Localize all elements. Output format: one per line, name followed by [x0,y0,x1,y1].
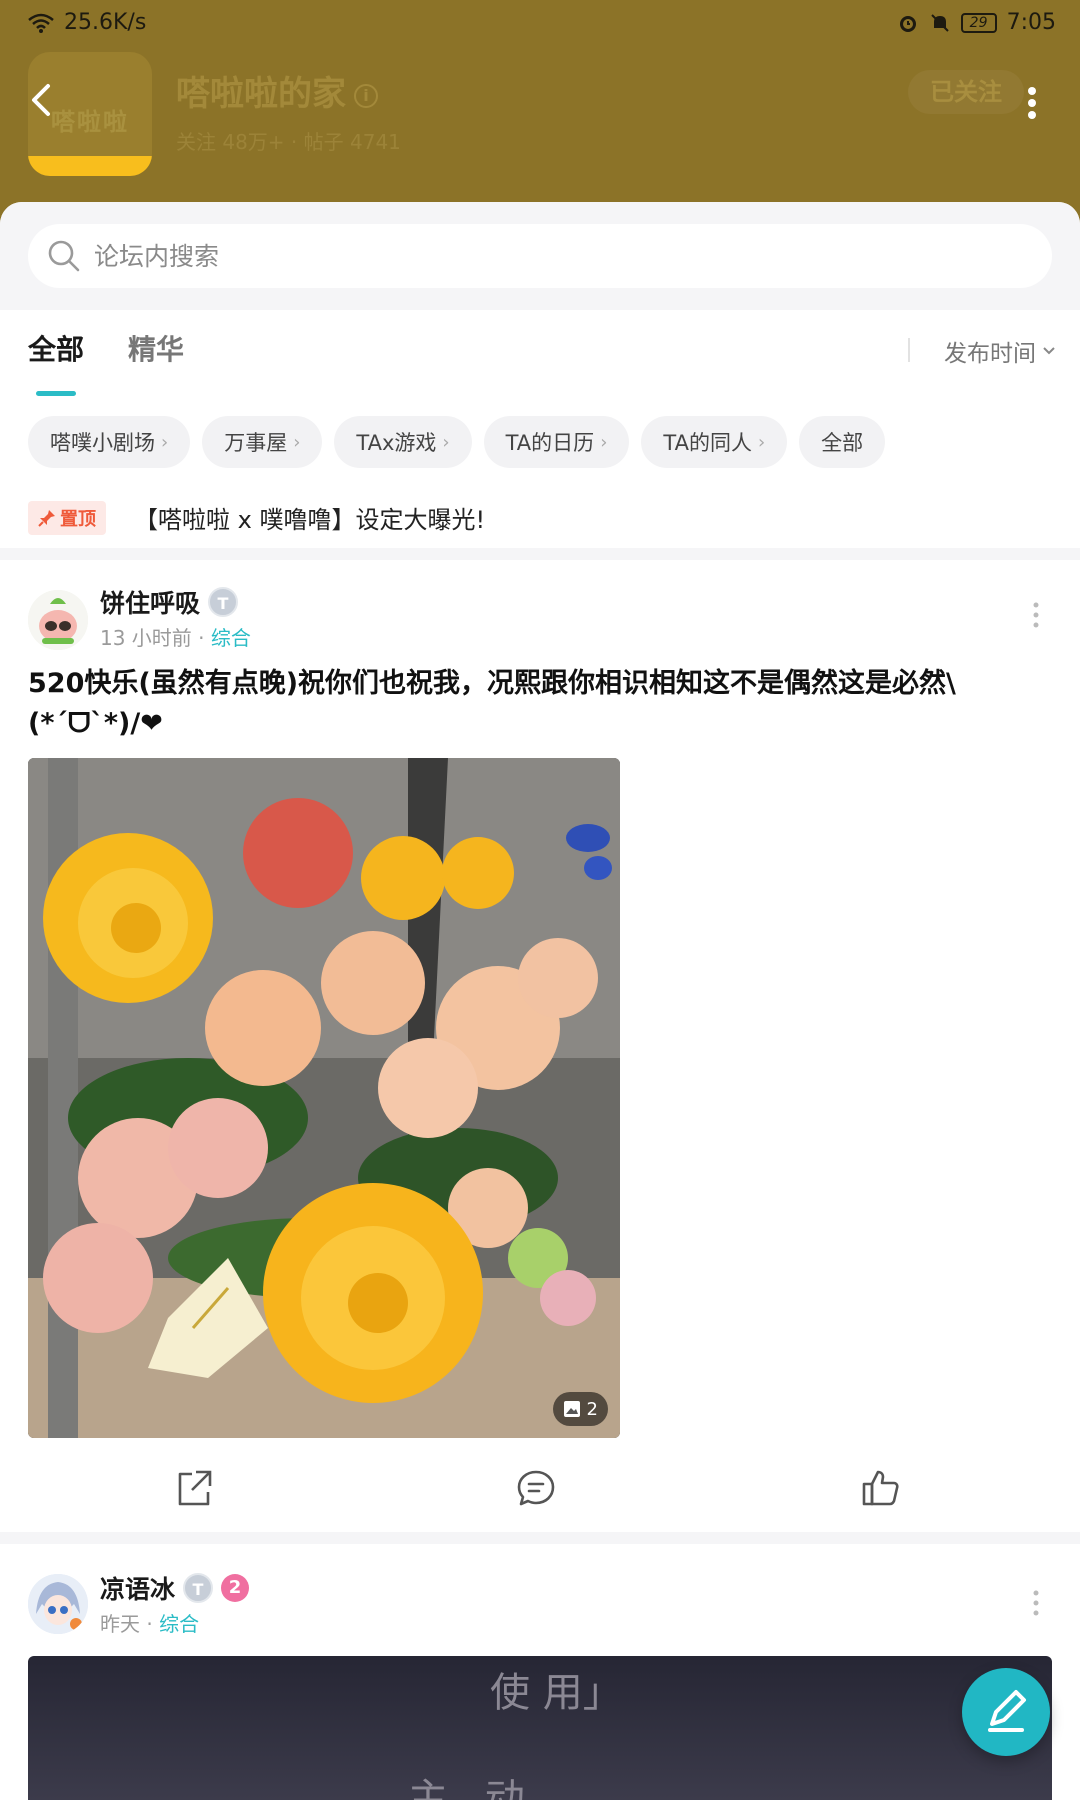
pen-icon [988,1690,1026,1732]
mute-icon [930,13,949,32]
sort-divider [908,338,910,362]
post-meta: 昨天 · 综合 [100,1612,200,1636]
image-count-badge: 2 [552,1392,608,1426]
avatar-illustration [28,590,88,650]
level-badge: T [183,1573,214,1603]
search-input[interactable] [94,224,994,288]
status-bar: 25.6K/s 29 7:05 [0,0,1080,46]
level-badge: T [208,587,239,617]
flower-bouquet-photo [28,758,620,1438]
post-time: 昨天 [100,1612,140,1636]
post-category[interactable]: 综合 [159,1612,199,1636]
search-bar[interactable] [28,224,1052,288]
post-title[interactable]: 520快乐(虽然有点晚)祝你们也祝我，况熙跟你相识相知这不是偶然这是必然\(*ˊ… [28,664,1052,744]
image-count: 2 [586,1398,598,1420]
share-icon[interactable] [172,1466,216,1510]
chip-theater[interactable]: 嗒噗小剧场 › [28,416,191,468]
chevron-right-icon: › [600,431,608,453]
image-caption: 使 用」 [490,1670,623,1716]
image-caption: 主 动 [408,1776,537,1800]
more-options-icon[interactable] [1020,86,1044,120]
compose-button[interactable] [962,1668,1050,1756]
chip-label: 全部 [821,431,864,455]
chip-label: 嗒噗小剧场 [50,431,155,455]
pin-badge: 置顶 [28,500,106,535]
wifi-icon [28,13,54,33]
battery-icon: 29 [960,12,997,33]
section-divider [0,548,1080,560]
tab-all[interactable]: 全部 [28,328,84,396]
pinned-post[interactable]: 置顶 【嗒啦啦 x 噗噜噜】设定大曝光! [28,500,485,535]
chip-all[interactable]: 全部 [799,416,886,468]
tab-featured[interactable]: 精华 [128,328,184,382]
chip-label: TAx游戏 [356,431,437,455]
forum-stats: 关注 48万+ · 帖子 4741 [176,130,401,154]
author-name: 饼住呼吸 [100,589,201,618]
clock: 7:05 [1006,10,1056,35]
count-badge: 2 [221,1574,250,1602]
image-icon [563,1401,580,1417]
post-category[interactable]: 综合 [211,626,251,650]
sort-dropdown[interactable]: 发布时间 [944,334,1056,368]
chevron-right-icon: › [293,431,301,453]
forum-title: 嗒啦啦的家 i [176,66,378,115]
post-time: 13 小时前 [100,626,192,650]
topic-chips: 嗒噗小剧场 › 万事屋 › TAx游戏 › TA的日历 › TA的同人 › 全部 [28,416,886,468]
comment-icon[interactable] [514,1466,558,1510]
section-divider [0,1532,1080,1544]
follow-button[interactable]: 已关注 [908,70,1024,114]
like-icon[interactable] [858,1466,902,1510]
pinned-title: 【嗒啦啦 x 噗噜噜】设定大曝光! [134,506,486,534]
feed-tabs: 全部 精华 [28,328,184,396]
post-author[interactable]: 饼住呼吸 T [100,584,239,620]
info-icon[interactable]: i [354,83,378,108]
chevron-right-icon: › [161,431,169,453]
chip-games[interactable]: TAx游戏 › [334,416,472,468]
chip-label: TA的日历 [505,431,595,455]
post-author[interactable]: 凉语冰 T 2 [100,1570,250,1606]
chevron-right-icon: › [757,431,766,453]
search-icon [48,240,80,272]
post-image[interactable]: 2 [28,758,620,1438]
avatar[interactable] [28,1574,88,1634]
forum-name: 嗒啦啦的家 [176,74,346,114]
sort-label: 发布时间 [944,341,1036,367]
alarm-icon [899,15,916,32]
avatar-illustration [28,1574,88,1634]
chip-house[interactable]: 万事屋 › [202,416,323,468]
avatar[interactable] [28,590,88,650]
back-icon[interactable] [22,78,62,122]
pin-label: 置顶 [60,508,96,530]
post-meta: 13 小时前 · 综合 [100,626,251,650]
pin-icon [38,509,55,527]
chip-label: TA的同人 [663,431,752,455]
post-actions [0,1466,1080,1522]
chevron-down-icon [1043,347,1055,355]
chip-fanworks[interactable]: TA的同人 › [641,416,788,468]
more-options-icon[interactable] [1026,600,1046,630]
chip-calendar[interactable]: TA的日历 › [483,416,630,468]
author-name: 凉语冰 [100,1575,176,1604]
chip-label: 万事屋 [224,431,288,455]
chevron-right-icon: › [442,431,450,453]
post-image[interactable]: 使 用」 主 动 [28,1656,1052,1800]
net-speed: 25.6K/s [64,10,147,35]
more-options-icon[interactable] [1026,1588,1046,1618]
